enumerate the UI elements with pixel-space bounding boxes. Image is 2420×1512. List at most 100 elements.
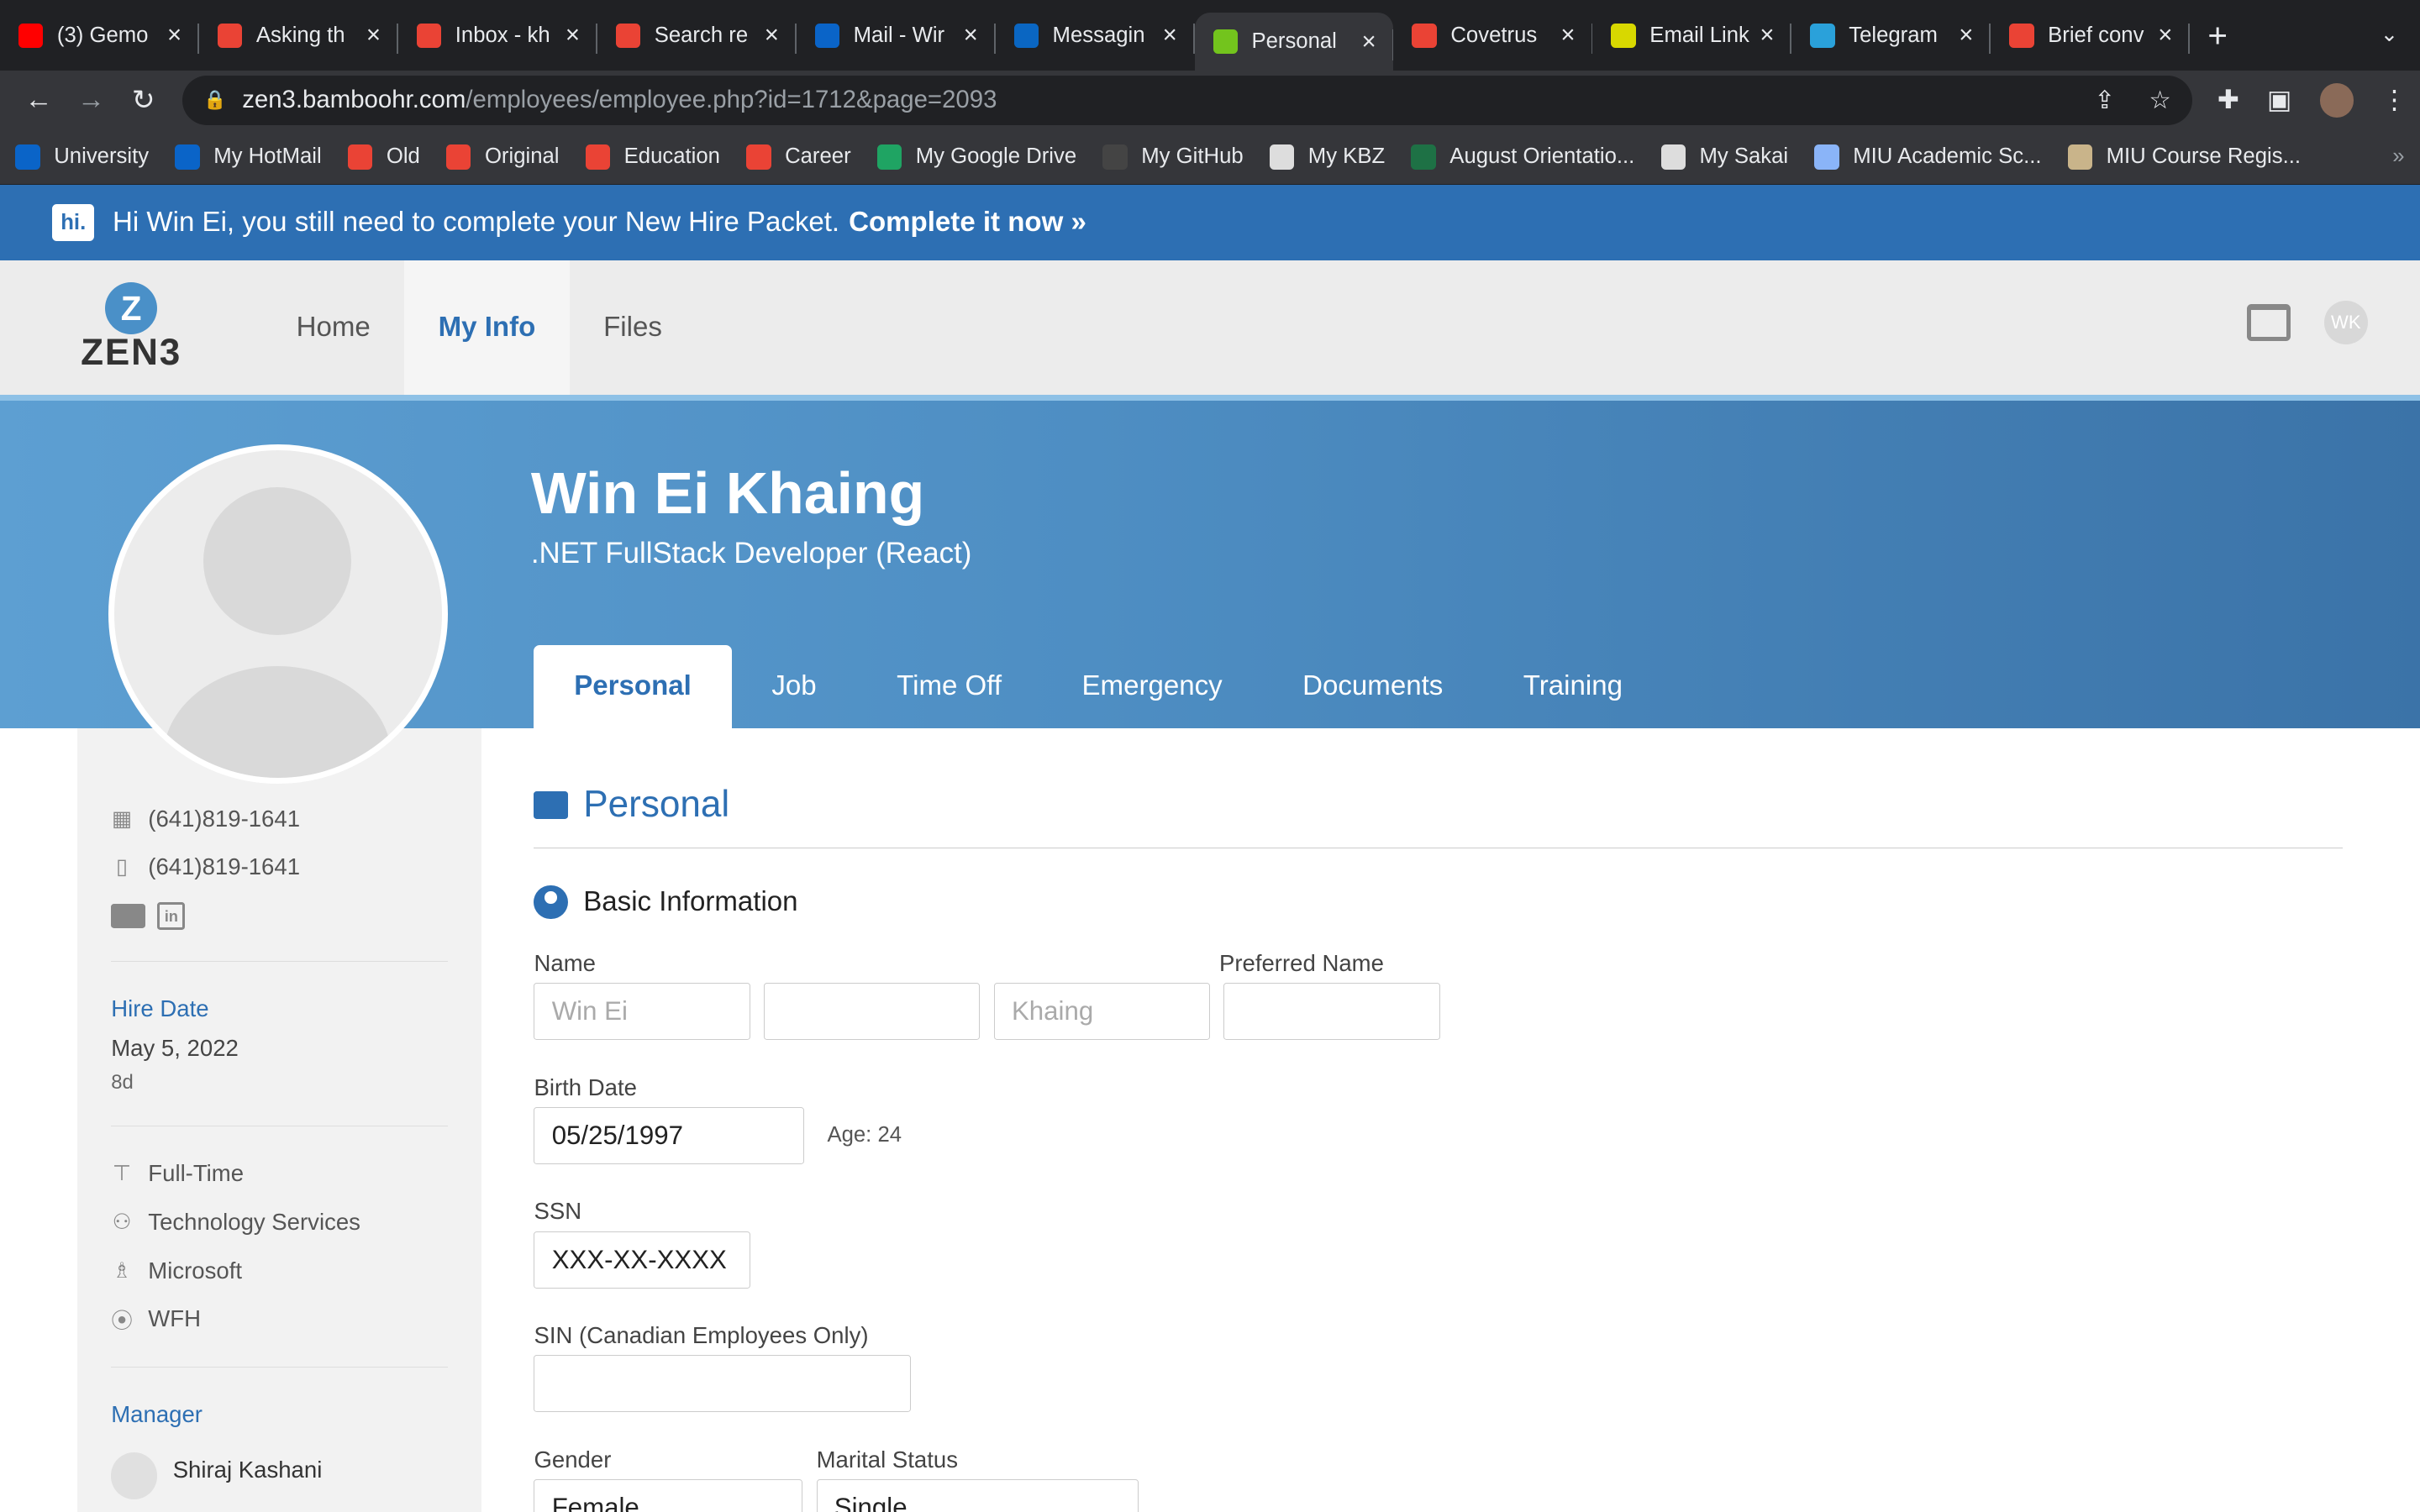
back-arrow-icon[interactable]: ← xyxy=(13,84,65,116)
bookmark-item[interactable]: Education xyxy=(585,144,720,170)
paint-roller-icon: ⊤ xyxy=(112,1162,132,1186)
tab-training[interactable]: Training xyxy=(1483,645,1663,728)
tab-documents[interactable]: Documents xyxy=(1262,645,1483,728)
manager-row[interactable]: Shiraj Kashani xyxy=(111,1441,447,1499)
tab-time-off[interactable]: Time Off xyxy=(856,645,1041,728)
ssn-input[interactable]: XXX-XX-XXXX xyxy=(534,1231,750,1289)
tab-personal[interactable]: Personal xyxy=(534,644,732,728)
bookmark-star-icon[interactable]: ☆ xyxy=(2149,86,2170,115)
bookmark-item[interactable]: My KBZ xyxy=(1269,144,1385,170)
email-icon[interactable] xyxy=(111,903,145,929)
close-tab-icon[interactable]: × xyxy=(1555,21,1580,50)
bookmark-item[interactable]: My Sakai xyxy=(1660,144,1788,170)
employment-type: Full-Time xyxy=(148,1160,245,1187)
manager-name[interactable]: Shiraj Kashani xyxy=(173,1457,323,1483)
bookmark-item[interactable]: Career xyxy=(746,144,851,170)
outlook-icon xyxy=(15,144,40,170)
employee-photo[interactable] xyxy=(108,444,448,784)
browser-tab[interactable]: Email Link × xyxy=(1592,6,1792,65)
middle-name-input[interactable] xyxy=(764,983,981,1041)
user-circle-icon xyxy=(534,885,568,920)
hire-date: May 5, 2022 xyxy=(111,1035,239,1062)
close-tab-icon[interactable]: × xyxy=(760,21,784,50)
bookmark-item[interactable]: University xyxy=(15,144,149,170)
manager-label: Manager xyxy=(111,1401,203,1428)
nav-home[interactable]: Home xyxy=(262,260,404,395)
forward-arrow-icon[interactable]: → xyxy=(65,84,117,116)
birth-date-input[interactable]: 05/25/1997 xyxy=(534,1106,804,1164)
profile-avatar[interactable] xyxy=(2319,83,2354,118)
url-host: zen3.bamboohr.com xyxy=(242,86,466,114)
gender-select[interactable]: Female xyxy=(534,1479,803,1512)
inbox-icon[interactable] xyxy=(2247,303,2291,341)
browser-tab-label: Messagin xyxy=(1052,23,1145,47)
birth-date-label: Birth Date xyxy=(534,1074,637,1100)
nav-files[interactable]: Files xyxy=(570,260,697,395)
close-tab-icon[interactable]: × xyxy=(959,21,983,50)
browser-tab[interactable]: Brief conv × xyxy=(1991,6,2191,65)
share-icon[interactable]: ⇪ xyxy=(2094,86,2115,115)
profile-tabs: Personal Job Time Off Emergency Document… xyxy=(534,644,1663,728)
browser-tab[interactable]: Covetrus × xyxy=(1393,6,1593,65)
browser-tab[interactable]: Personal × xyxy=(1194,12,1394,71)
kebab-menu-icon[interactable]: ⋮ xyxy=(2381,85,2407,115)
user-avatar[interactable]: WK xyxy=(2324,301,2368,344)
tab-emergency[interactable]: Emergency xyxy=(1042,645,1263,728)
bookmark-item[interactable]: My GitHub xyxy=(1102,144,1244,170)
close-tab-icon[interactable]: × xyxy=(560,21,585,50)
bookmark-item[interactable]: My HotMail xyxy=(175,144,322,170)
close-tab-icon[interactable]: × xyxy=(1356,28,1381,56)
bookmark-label: MIU Course Regis... xyxy=(2106,144,2302,169)
divider xyxy=(111,1366,448,1368)
age-text: Age: 24 xyxy=(827,1123,902,1147)
gmail-icon xyxy=(615,23,641,48)
marital-status-select[interactable]: Single xyxy=(816,1479,1139,1512)
browser-tab[interactable]: Messagin × xyxy=(996,6,1195,65)
bookmark-item[interactable]: MIU Academic Sc... xyxy=(1814,144,2042,170)
browser-tab-label: Asking th xyxy=(255,23,345,47)
close-tab-icon[interactable]: × xyxy=(361,21,386,50)
tab-job[interactable]: Job xyxy=(732,645,857,728)
close-tab-icon[interactable]: × xyxy=(1157,21,1181,50)
linkedin-icon[interactable]: in xyxy=(157,902,186,931)
bookmark-item[interactable]: MIU Course Regis... xyxy=(2067,144,2302,170)
bookmark-item[interactable]: Old xyxy=(347,144,420,170)
reload-icon[interactable]: ↻ xyxy=(118,83,170,117)
browser-tab[interactable]: Mail - Wir × xyxy=(797,6,996,65)
browser-tab[interactable]: (3) Gemo × xyxy=(0,6,199,65)
zen3-logo[interactable]: Z ZEN3 xyxy=(0,260,262,395)
address-bar[interactable]: 🔒 zen3.bamboohr.com /employees/employee.… xyxy=(182,75,2193,125)
close-tab-icon[interactable]: × xyxy=(2153,21,2177,50)
bookmark-item[interactable]: August Orientatio... xyxy=(1411,144,1634,170)
bookmarks-bar: University My HotMail Old Original Education… xyxy=(0,129,2420,186)
browser-tab-label: Mail - Wir xyxy=(853,23,945,47)
manager-avatar xyxy=(111,1452,158,1499)
browser-tab[interactable]: Telegram × xyxy=(1791,6,1991,65)
browser-tab[interactable]: Inbox - kh × xyxy=(398,6,597,65)
nav-my-info[interactable]: My Info xyxy=(404,260,570,396)
new-tab-button[interactable]: + xyxy=(2190,16,2245,55)
extensions-puzzle-icon[interactable]: ✚ xyxy=(2217,85,2239,115)
employee-sidebar: ▦ (641)819-1641 ▯ (641)819-1641 in Hire … xyxy=(76,727,482,1512)
bookmark-item[interactable]: Original xyxy=(446,144,560,170)
sin-input[interactable] xyxy=(534,1355,911,1413)
close-tab-icon[interactable]: × xyxy=(1954,21,1978,50)
close-tab-icon[interactable]: × xyxy=(162,21,187,50)
browser-tab-label: Search re xyxy=(654,23,749,47)
bookmark-item[interactable]: My Google Drive xyxy=(876,144,1076,170)
browser-tab[interactable]: Search re × xyxy=(597,6,797,65)
close-tab-icon[interactable]: × xyxy=(1754,21,1779,50)
last-name-input[interactable]: Khaing xyxy=(993,983,1210,1041)
avatar-body-shape xyxy=(163,665,392,778)
ssn-label: SSN xyxy=(534,1198,582,1225)
first-name-input[interactable]: Win Ei xyxy=(534,983,750,1041)
gmail-icon xyxy=(585,144,611,170)
side-panel-icon[interactable]: ▣ xyxy=(2267,85,2292,115)
tab-search-chevron-icon[interactable]: ⌄ xyxy=(2381,22,2399,47)
browser-tab[interactable]: Asking th × xyxy=(199,6,398,65)
sin-row xyxy=(534,1355,2343,1413)
bookmarks-overflow-icon[interactable]: » xyxy=(2392,144,2404,169)
complete-now-link[interactable]: Complete it now » xyxy=(849,207,1086,239)
browser-tab-label: Telegram xyxy=(1849,23,1938,47)
preferred-name-input[interactable] xyxy=(1223,983,1440,1041)
